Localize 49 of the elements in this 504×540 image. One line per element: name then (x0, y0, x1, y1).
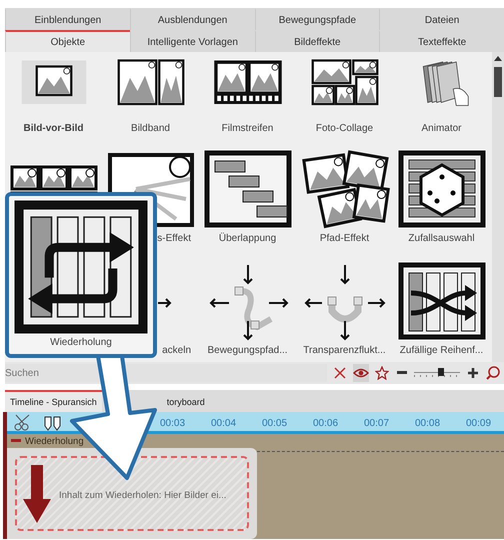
gallery-item[interactable]: Bildband (102, 52, 199, 140)
scroll-up-icon[interactable] (494, 56, 502, 61)
gallery-item[interactable]: Überlappung (199, 140, 296, 250)
repeat-icon (13, 199, 149, 335)
panel-tab[interactable]: Dateien (379, 8, 504, 30)
drop-zone[interactable]: Inhalt zum Wiederholen: Hier Bilder ei... (15, 456, 249, 531)
panel-tab[interactable]: Bildeffekte (254, 30, 380, 52)
eye-icon[interactable] (352, 364, 369, 382)
gallery-item[interactable]: Bewegungspfad... (199, 250, 296, 362)
panel-tab[interactable]: Einblendungen (5, 8, 130, 30)
scattered-photos-icon (300, 149, 390, 229)
repeat-block[interactable]: Inhalt zum Wiederholen: Hier Bilder ei... (7, 448, 257, 539)
gallery-item[interactable]: Filmstreifen (199, 52, 296, 140)
star-icon[interactable] (374, 364, 389, 382)
panel-tab[interactable]: Texteffekte (379, 30, 504, 52)
track-title: Wiederholung (25, 436, 84, 446)
timeline-tab[interactable]: Timeline - Spuransich (5, 390, 102, 412)
dice-icon (396, 149, 486, 229)
time-label: 00:08 (414, 418, 442, 431)
zoom-icon[interactable] (486, 364, 500, 382)
staggered-bars-icon (202, 149, 292, 229)
time-label: 00:07 (362, 418, 390, 431)
collapse-icon[interactable] (11, 439, 21, 443)
time-label: 00:04 (210, 418, 238, 431)
time-label: 00:05 (260, 418, 288, 431)
gallery-item[interactable]: Foto-Collage (296, 52, 393, 140)
time-label: 00:09 (464, 418, 492, 431)
shuffle-icon (396, 261, 486, 341)
gallery-item[interactable]: Animator (393, 52, 490, 140)
gallery-item[interactable]: Bild-vor-Bild (5, 52, 102, 140)
scrollbar[interactable] (492, 52, 504, 362)
panel-tab[interactable]: Ausblendungen (130, 8, 254, 30)
tooltip-label: Wiederholung (50, 337, 112, 348)
timeline-tab[interactable]: toryboard (162, 390, 210, 412)
panel-tab[interactable]: Objekte (5, 30, 130, 52)
down-arrow-icon (23, 465, 51, 523)
search-field[interactable]: Suchen (5, 364, 327, 382)
panel-tab[interactable]: Intelligente Vorlagen (130, 30, 254, 52)
scroll-thumb[interactable] (494, 67, 502, 97)
panel-tab[interactable]: Bewegungspfade (254, 8, 380, 30)
marker-icon[interactable] (43, 415, 63, 431)
slider-thumb[interactable] (438, 368, 444, 376)
gallery-item[interactable]: Transparenzflukt... (296, 250, 393, 362)
drop-hint: Inhalt zum Wiederholen: Hier Bilder ei... (59, 490, 226, 501)
gallery-item[interactable]: Pfad-Effekt (296, 140, 393, 250)
time-label: 00:03 (158, 418, 186, 431)
gallery-item[interactable]: Zufällige Reihenf... (393, 250, 490, 362)
time-label: 00:06 (312, 418, 340, 431)
gallery-item[interactable]: Zufallsauswahl (393, 140, 490, 250)
